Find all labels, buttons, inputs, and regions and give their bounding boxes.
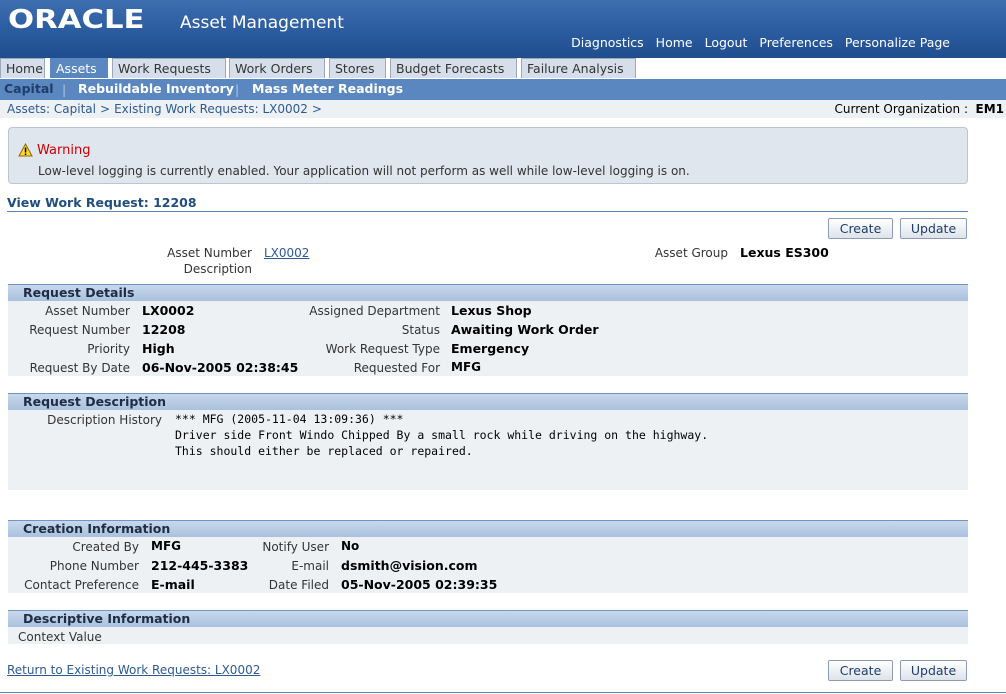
oracle-logo: ORACLE bbox=[8, 5, 145, 35]
rd-assigned-department-label: Assigned Department bbox=[309, 304, 440, 318]
ci-email-value: dsmith@vision.com bbox=[341, 558, 478, 573]
create-button[interactable]: Create bbox=[828, 218, 893, 239]
rd-asset-number-label: Asset Number bbox=[45, 304, 130, 318]
diagnostics-link[interactable]: Diagnostics bbox=[571, 35, 644, 50]
rd-work-request-type-value: Emergency bbox=[451, 341, 530, 356]
ci-phone-number-label: Phone Number bbox=[49, 559, 139, 573]
rd-work-request-type-label: Work Request Type bbox=[325, 342, 440, 356]
ci-created-by-value: MFG bbox=[151, 539, 181, 553]
breadcrumb: Assets: Capital > Existing Work Requests: … bbox=[7, 102, 326, 116]
tab-bar: Home Assets Work Requests Work Orders St… bbox=[0, 58, 1006, 79]
personalize-page-link[interactable]: Personalize Page bbox=[845, 35, 950, 50]
subtab-rebuildable-inventory[interactable]: Rebuildable Inventory bbox=[78, 81, 234, 96]
preferences-link[interactable]: Preferences bbox=[759, 35, 833, 50]
rd-request-by-date-label: Request By Date bbox=[29, 361, 130, 375]
ci-contact-preference-value: E-mail bbox=[151, 577, 195, 592]
creation-information-header: Creation Information bbox=[8, 520, 968, 537]
tab-budget-forecasts[interactable]: Budget Forecasts bbox=[390, 58, 517, 78]
request-description-header: Request Description bbox=[8, 393, 968, 410]
title-divider bbox=[7, 211, 968, 212]
home-link[interactable]: Home bbox=[656, 35, 693, 50]
asset-group-label: Asset Group bbox=[654, 246, 728, 260]
subtab-bar: Capital | Rebuildable Inventory | Mass M… bbox=[0, 79, 1006, 100]
warning-title: Warning bbox=[37, 143, 91, 158]
breadcrumb-assets-capital[interactable]: Assets: Capital bbox=[7, 102, 96, 116]
context-value-label: Context Value bbox=[18, 630, 102, 644]
update-button[interactable]: Update bbox=[900, 218, 967, 239]
rd-requested-for-value: MFG bbox=[451, 360, 481, 374]
tab-stores[interactable]: Stores bbox=[329, 58, 386, 78]
footer-divider bbox=[0, 692, 1006, 693]
tab-work-orders[interactable]: Work Orders bbox=[229, 58, 325, 78]
create-button-bottom[interactable]: Create bbox=[828, 660, 893, 681]
rd-request-number-value: 12208 bbox=[142, 322, 186, 337]
rd-priority-label: Priority bbox=[87, 342, 130, 356]
global-links: Diagnostics Home Logout Preferences Pers… bbox=[563, 35, 950, 50]
tab-home[interactable]: Home bbox=[0, 58, 45, 78]
warning-message: Low-level logging is currently enabled. … bbox=[38, 164, 690, 178]
update-button-bottom[interactable]: Update bbox=[900, 660, 967, 681]
return-link[interactable]: Return to Existing Work Requests: LX0002 bbox=[7, 663, 260, 677]
descriptive-information-header: Descriptive Information bbox=[8, 610, 968, 627]
breadcrumb-separator: > bbox=[311, 102, 322, 116]
rd-requested-for-label: Requested For bbox=[353, 361, 440, 375]
description-history-line-2: Driver side Front Windo Chipped By a sma… bbox=[175, 428, 709, 442]
ci-email-label: E-mail bbox=[291, 559, 329, 573]
rd-status-label: Status bbox=[401, 323, 440, 337]
description-history-line-3: This should either be replaced or repair… bbox=[175, 444, 473, 458]
description-history-label: Description History bbox=[47, 413, 162, 427]
ci-date-filed-value: 05-Nov-2005 02:39:35 bbox=[341, 577, 498, 592]
ci-notify-user-value: No bbox=[341, 539, 360, 553]
description-history-line-1: *** MFG (2005-11-04 13:09:36) *** bbox=[175, 412, 404, 426]
rd-assigned-department-value: Lexus Shop bbox=[451, 303, 532, 318]
breadcrumb-separator: > bbox=[100, 102, 111, 116]
request-details-header: Request Details bbox=[8, 284, 968, 301]
logout-link[interactable]: Logout bbox=[705, 35, 748, 50]
subtab-mass-meter-readings[interactable]: Mass Meter Readings bbox=[252, 81, 403, 96]
subtab-separator: | bbox=[62, 82, 67, 97]
rd-asset-number-value: LX0002 bbox=[142, 303, 195, 318]
tab-failure-analysis[interactable]: Failure Analysis bbox=[521, 58, 636, 78]
ci-contact-preference-label: Contact Preference bbox=[24, 578, 139, 592]
current-organization-label: Current Organization : bbox=[834, 102, 968, 116]
asset-group-value: Lexus ES300 bbox=[740, 245, 829, 260]
asset-number-link[interactable]: LX0002 bbox=[264, 246, 309, 260]
subtab-separator: | bbox=[235, 82, 240, 97]
current-organization-value: EM1 bbox=[975, 102, 1005, 116]
ci-date-filed-label: Date Filed bbox=[268, 578, 329, 592]
page-title: View Work Request: 12208 bbox=[7, 195, 197, 210]
rd-request-number-label: Request Number bbox=[29, 323, 130, 337]
ci-phone-number-value: 212-445-3383 bbox=[151, 558, 249, 573]
tab-work-requests[interactable]: Work Requests bbox=[112, 58, 226, 78]
warning-icon bbox=[18, 143, 33, 157]
ci-created-by-label: Created By bbox=[72, 540, 139, 554]
subtab-capital[interactable]: Capital bbox=[4, 81, 54, 96]
rd-status-value: Awaiting Work Order bbox=[451, 322, 599, 337]
breadcrumb-existing-work-requests[interactable]: Existing Work Requests: LX0002 bbox=[114, 102, 308, 116]
tab-assets[interactable]: Assets bbox=[50, 58, 108, 78]
app-title: Asset Management bbox=[180, 13, 344, 33]
ci-notify-user-label: Notify User bbox=[262, 540, 329, 554]
asset-number-label: Asset Number bbox=[167, 246, 252, 260]
rd-request-by-date-value: 06-Nov-2005 02:38:45 bbox=[142, 360, 299, 375]
description-label: Description bbox=[183, 262, 252, 276]
rd-priority-value: High bbox=[142, 341, 175, 356]
warning-box: Warning Low-level logging is currently e… bbox=[8, 127, 968, 184]
descriptive-information-body bbox=[8, 627, 968, 644]
